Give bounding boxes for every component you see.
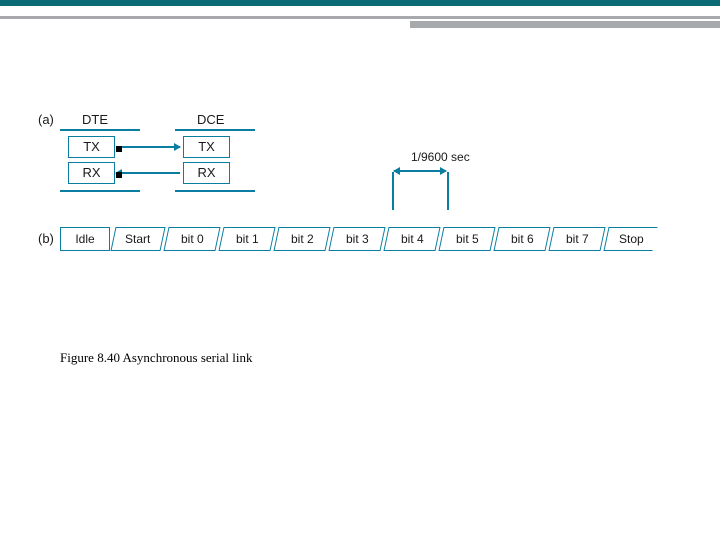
figure-container: (a) DTE DCE TX TX RX RX 1/9600 sec (b) I…	[38, 112, 694, 259]
header-grey-right	[410, 21, 720, 28]
seg-bit0: bit 0	[163, 227, 220, 251]
part-a: (a) DTE DCE TX TX RX RX 1/9600 sec	[38, 112, 694, 197]
tick-right	[447, 172, 449, 210]
dte-header: DTE	[82, 112, 108, 127]
part-a-label: (a)	[38, 112, 54, 127]
tx-arrow	[116, 146, 180, 148]
dte-tx-box: TX	[68, 136, 115, 158]
time-span-arrow	[394, 170, 446, 172]
dte-bottom-bar	[60, 190, 140, 192]
seg-stop: Stop	[603, 227, 657, 251]
dce-bar	[175, 129, 255, 131]
dce-header: DCE	[197, 112, 224, 127]
header-grey-full	[0, 16, 720, 19]
part-b: (b) Idle Start bit 0 bit 1 bit 2 bit 3 b…	[38, 209, 694, 259]
seg-idle: Idle	[60, 227, 110, 251]
header-spacer	[0, 6, 720, 16]
seg-bit5: bit 5	[438, 227, 495, 251]
seg-bit2: bit 2	[273, 227, 330, 251]
dce-rx-box: RX	[183, 162, 230, 184]
dte-rx-box: RX	[68, 162, 115, 184]
rx-arrow	[116, 172, 180, 174]
seg-bit7: bit 7	[548, 227, 605, 251]
seg-bit3: bit 3	[328, 227, 385, 251]
tick-left	[392, 172, 394, 210]
time-label: 1/9600 sec	[411, 150, 470, 164]
part-b-label: (b)	[38, 231, 54, 246]
dce-bottom-bar	[175, 190, 255, 192]
seg-start: Start	[110, 227, 165, 251]
seg-bit4: bit 4	[383, 227, 440, 251]
header-grey-bars	[0, 16, 720, 28]
header-bars	[0, 0, 720, 28]
seg-bit1: bit 1	[218, 227, 275, 251]
dce-tx-box: TX	[183, 136, 230, 158]
figure-caption: Figure 8.40 Asynchronous serial link	[60, 350, 252, 366]
seg-bit6: bit 6	[493, 227, 550, 251]
dte-bar	[60, 129, 140, 131]
